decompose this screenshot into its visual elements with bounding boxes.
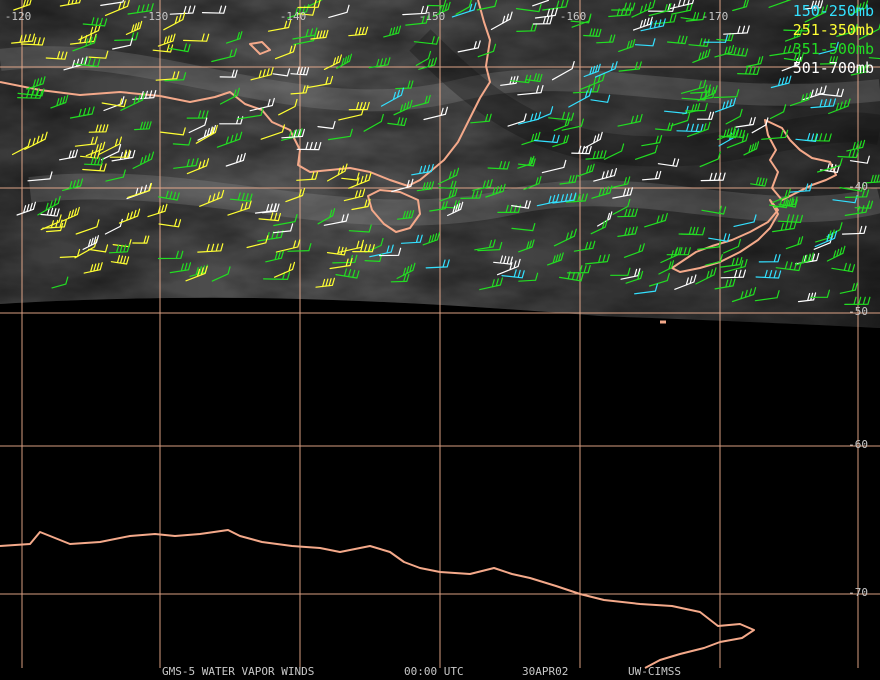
- antarctica-coast: [0, 529, 755, 669]
- legend-entry-351-500: 351-500mb: [792, 40, 874, 58]
- lon-label: -140: [279, 10, 307, 23]
- date-stamp: 30APR02: [522, 665, 569, 678]
- lon-label: -160: [559, 10, 587, 23]
- lon-label: -120: [4, 10, 32, 23]
- lon-label: -170: [701, 10, 729, 23]
- legend-entry-251-350: 251-350mb: [792, 21, 874, 39]
- water-vapor-map: [0, 0, 880, 669]
- footer-bar: GMS-5 WATER VAPOR WINDS 00:00 UTC 30APR0…: [0, 665, 880, 679]
- lat-label: -40: [848, 180, 868, 193]
- pressure-legend: 150-250mb 251-350mb 351-500mb 501-700mb: [793, 2, 874, 78]
- lon-label: -130: [141, 10, 169, 23]
- lat-label: -70: [848, 586, 868, 599]
- source-credit: UW-CIMSS: [628, 665, 681, 678]
- lat-label: -60: [848, 438, 868, 451]
- lon-label: -150: [418, 10, 446, 23]
- legend-entry-150-250: 150-250mb: [792, 2, 874, 20]
- legend-entry-501-700: 501-700mb: [792, 59, 874, 77]
- lat-label: -50: [848, 305, 868, 318]
- time-stamp: 00:00 UTC: [404, 665, 464, 678]
- product-name: GMS-5 WATER VAPOR WINDS: [162, 665, 315, 678]
